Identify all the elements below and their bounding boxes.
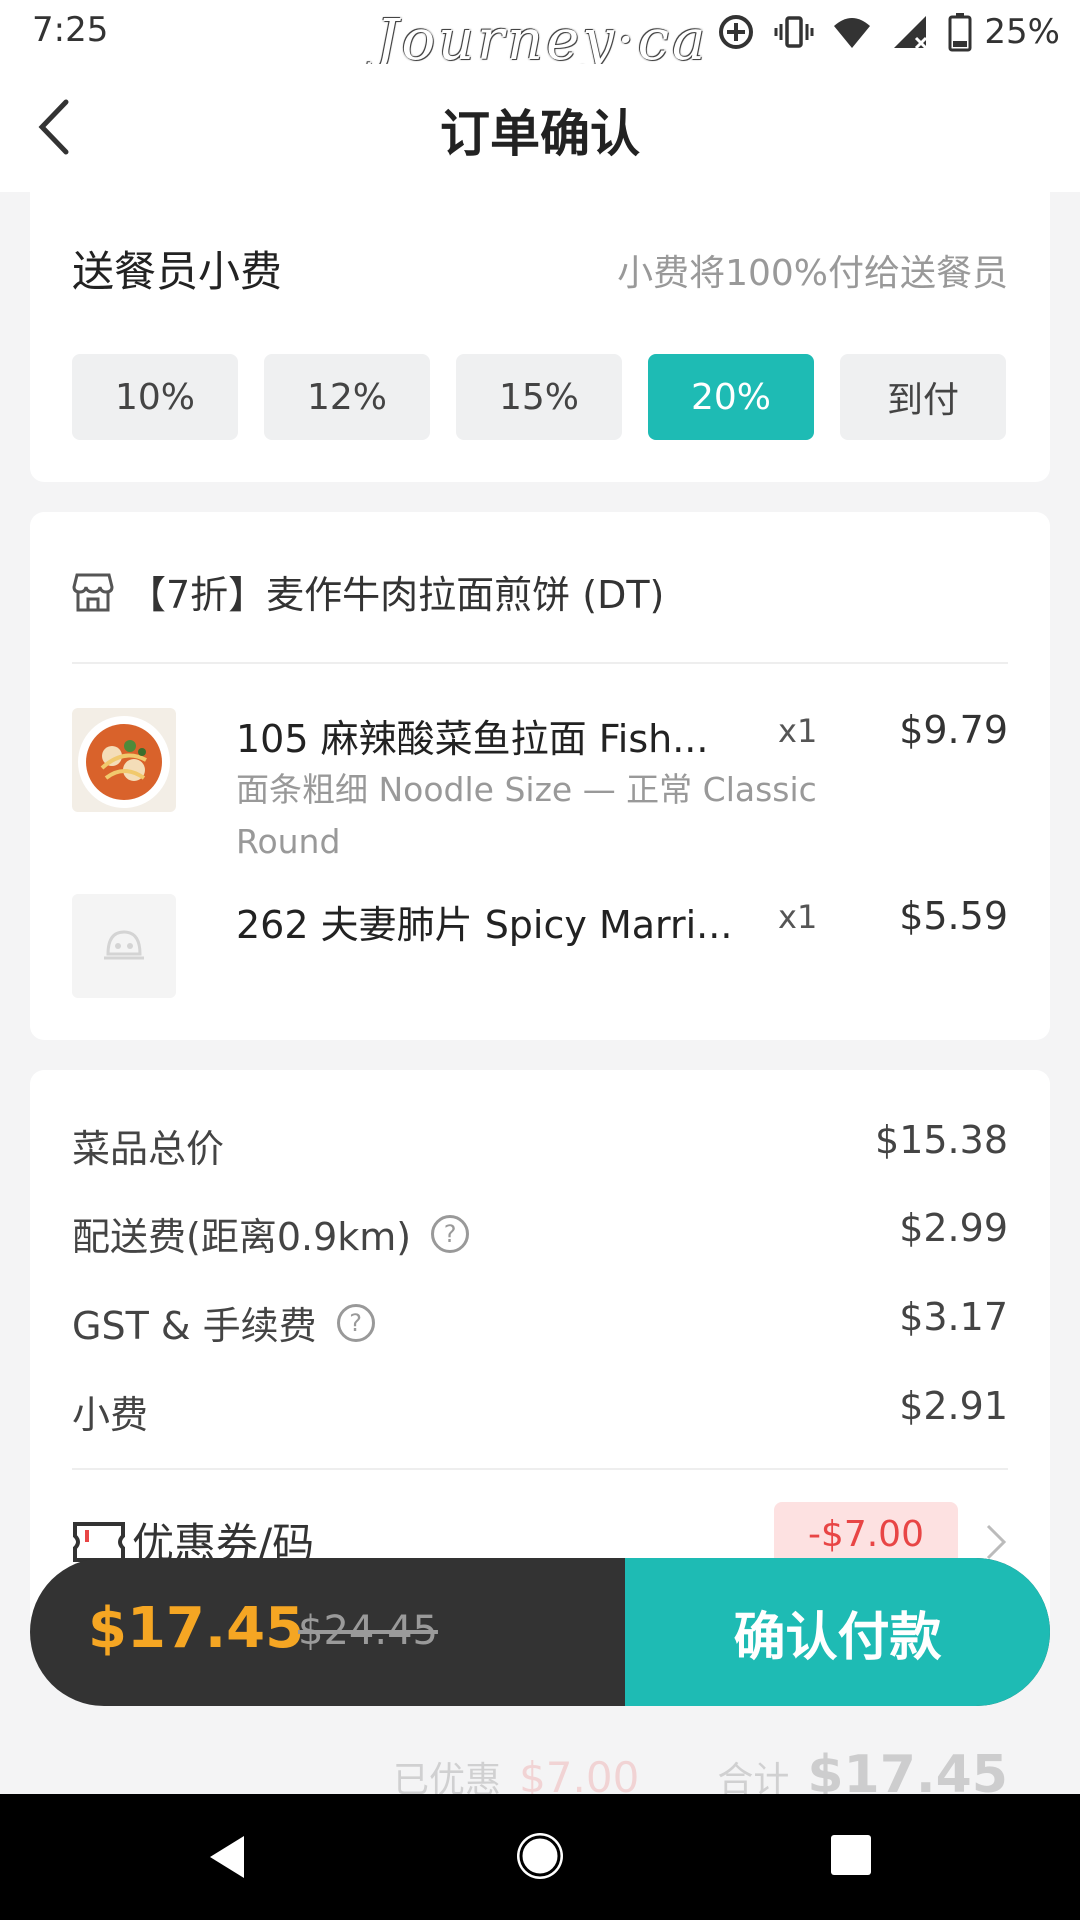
nav-recents-button[interactable] [830,1834,872,1880]
subtotal-label: 菜品总价 [72,1127,225,1171]
tip-options: 10% 12% 15% 20% 到付 [72,354,1006,440]
pay-total: $17.45 [88,1596,305,1661]
tip-card: 送餐员小费 小费将100%付给送餐员 10% 12% 15% 20% 到付 [30,176,1050,482]
tip-title: 送餐员小费 [72,247,283,296]
battery-percent: 25% [984,12,1060,52]
item-image-placeholder [72,894,176,998]
item-option: 面条粗细 Noodle Size — 正常 Classic Round [236,770,817,861]
order-item: 262 夫妻肺片 Spicy Marri... x1 $5.59 [72,894,1008,1004]
item-name: 262 夫妻肺片 Spicy Marri... [236,903,733,947]
delivery-fee-label: 配送费(距离0.9km) ? [72,1206,470,1261]
gst-fee-row: GST & 手续费 ? $3.17 [72,1295,1008,1355]
signal-icon [894,16,928,50]
chevron-right-icon [986,1524,1007,1560]
divider [72,662,1008,664]
status-bar: 7:25 Journey·ca 25% [0,0,1080,73]
tip-row: 小费 $2.91 [72,1384,1008,1444]
status-icons: 25% [716,10,1060,54]
order-item: 105 麻辣酸菜鱼拉面 Fish... x1 $9.79 面条粗细 Noodle… [72,708,1008,861]
delivery-fee-row: 配送费(距离0.9km) ? $2.99 [72,1206,1008,1266]
item-image [72,708,176,812]
gst-fee-value: $3.17 [899,1295,1008,1339]
order-items-card: 【7折】麦作牛肉拉面煎饼 (DT) 105 麻辣酸菜鱼拉面 Fish... x1… [30,512,1050,1040]
store-name: 【7折】麦作牛肉拉面煎饼 (DT) [128,573,665,617]
tip-option-15[interactable]: 15% [456,354,622,440]
page-title: 订单确认 [440,105,640,163]
divider [72,1468,1008,1470]
app-header: 订单确认 [0,64,1080,192]
store-row: 【7折】麦作牛肉拉面煎饼 (DT) [72,564,664,619]
item-name: 105 麻辣酸菜鱼拉面 Fish... [236,717,709,761]
system-nav-bar [0,1794,1080,1920]
item-price: $5.59 [899,894,1008,938]
delivery-fee-value: $2.99 [899,1206,1008,1250]
store-icon [72,573,114,611]
nav-back-button[interactable] [202,1832,252,1886]
status-time: 7:25 [32,10,109,50]
tip-option-10[interactable]: 10% [72,354,238,440]
original-price: $24.45 [298,1608,438,1654]
tip-label: 小费 [72,1393,149,1437]
confirm-payment-button[interactable]: 确认付款 [625,1558,1050,1706]
help-icon[interactable]: ? [336,1303,375,1342]
vibrate-icon [774,16,814,48]
price-summary-card: 菜品总价 $15.38 配送费(距离0.9km) ? $2.99 GST & 手… [30,1070,1050,1630]
home-circle-icon [517,1833,563,1879]
tip-option-12[interactable]: 12% [264,354,430,440]
item-quantity: x1 [778,712,818,750]
tip-option-20[interactable]: 20% [648,354,814,440]
nav-home-button[interactable] [514,1830,566,1886]
subtotal-value: $15.38 [875,1118,1008,1162]
wifi-icon [834,18,871,48]
add-circle-icon [719,15,754,49]
item-quantity: x1 [778,898,818,936]
subtotal-row: 菜品总价 $15.38 [72,1118,1008,1178]
payment-bar: $17.45 $24.45 确认付款 [30,1558,1050,1706]
tip-note: 小费将100%付给送餐员 [617,253,1008,294]
tip-value: $2.91 [899,1384,1008,1428]
battery-icon [948,13,972,52]
back-triangle-icon [210,1836,244,1878]
recents-square-icon [831,1835,871,1875]
help-icon[interactable]: ? [431,1214,470,1253]
item-price: $9.79 [899,708,1008,752]
gst-fee-label: GST & 手续费 ? [72,1295,375,1350]
tip-option-cash[interactable]: 到付 [840,354,1006,440]
